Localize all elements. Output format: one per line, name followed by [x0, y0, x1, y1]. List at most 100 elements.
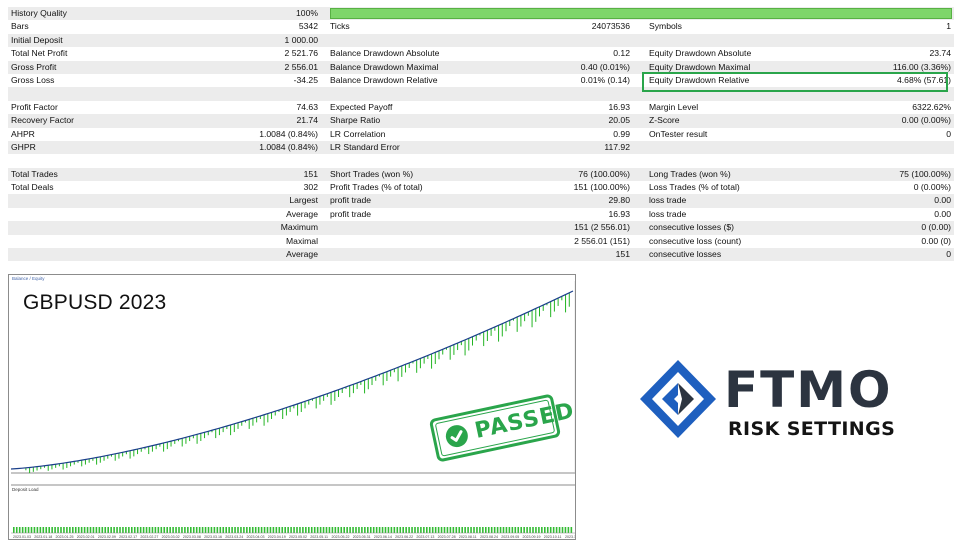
deposit-load-bar	[231, 527, 233, 533]
report-cell: 151 (100.00%)	[573, 182, 630, 193]
deposit-load-bar	[66, 527, 68, 533]
deposit-load-bar	[549, 527, 552, 533]
deposit-load-bar	[51, 527, 53, 533]
check-circle-icon	[443, 423, 470, 450]
report-cell: Recovery Factor	[11, 115, 75, 126]
x-tick-label: 2023.06.14	[374, 535, 392, 539]
deposit-load-bar	[60, 527, 62, 533]
deposit-load-bar	[77, 527, 80, 533]
deposit-load-bar	[45, 527, 48, 533]
x-tick-label: 2023.06.22	[395, 535, 413, 539]
deposit-load-bar	[325, 527, 328, 533]
x-tick-label: 2023.07.28	[438, 535, 456, 539]
deposit-load-bar	[567, 527, 570, 533]
deposit-load-bar	[72, 527, 74, 533]
deposit-load-bar	[142, 527, 145, 533]
report-cell	[188, 87, 318, 100]
deposit-load-bar	[98, 527, 101, 533]
report-cell: 6322.62%	[912, 101, 951, 112]
deposit-load-bar	[493, 527, 496, 533]
deposit-load-bar	[358, 527, 360, 533]
report-cell: 151 (2 556.01)	[574, 222, 630, 233]
report-cell: 302	[303, 182, 318, 193]
report-cell	[11, 221, 191, 234]
deposit-load-bar	[408, 527, 410, 533]
deposit-load-bar	[18, 527, 21, 533]
x-tick-label: 2023.03.02	[162, 535, 180, 539]
deposit-load-bar	[237, 527, 239, 533]
deposit-load-bar	[107, 527, 109, 533]
x-tick-label: 2023.02.27	[140, 535, 158, 539]
deposit-load-bar	[452, 527, 455, 533]
report-cell: 75 (100.00%)	[899, 168, 951, 179]
deposit-load-bar	[305, 527, 307, 533]
report-row: GHPR 1.0084 (0.84%) LR Standard Error 117.9…	[8, 140, 954, 155]
report-cell	[788, 34, 951, 47]
deposit-load-bar	[104, 527, 107, 533]
deposit-load-bar	[387, 527, 390, 533]
deposit-load-bar	[278, 527, 281, 533]
deposit-load-bar	[490, 527, 493, 533]
deposit-load-bar	[216, 527, 219, 533]
deposit-load-bar	[36, 527, 39, 533]
report-row: Initial Deposit 1 000.00	[8, 33, 954, 48]
x-tick-label: 2023.05.31	[353, 535, 371, 539]
deposit-load-bar	[485, 527, 487, 533]
backtest-report: History Quality 100% Bars 5342 Ticks 24073536…	[8, 7, 954, 262]
deposit-load-bar	[69, 527, 71, 533]
deposit-load-bar	[334, 527, 337, 533]
report-cell: Expected Payoff	[330, 101, 393, 112]
report-row	[8, 154, 954, 167]
deposit-load-bar	[187, 527, 189, 533]
ftmo-logo: FTMO RISK SETTINGS	[640, 360, 900, 450]
deposit-load-bar	[192, 527, 195, 533]
report-cell: 1.0084 (0.84%)	[259, 128, 318, 139]
deposit-load-bar	[13, 527, 15, 533]
report-cell: Largest	[289, 195, 318, 206]
deposit-load-bar	[74, 527, 77, 533]
deposit-load-bar	[272, 527, 275, 533]
deposit-load-bar	[470, 527, 472, 533]
deposit-load-bar	[343, 527, 345, 533]
deposit-load-bar	[101, 527, 104, 533]
deposit-load-bar	[95, 527, 98, 533]
deposit-load-bar	[428, 527, 431, 533]
deposit-load-bar	[122, 527, 124, 533]
deposit-load-bar	[172, 527, 174, 533]
report-cell: 74.63	[296, 101, 318, 112]
deposit-load-bar	[316, 527, 319, 533]
deposit-load-bar	[92, 527, 95, 533]
deposit-load-bar	[181, 527, 183, 533]
deposit-load-bar	[284, 527, 286, 533]
report-cell	[788, 7, 951, 20]
deposit-load-bar	[133, 527, 136, 533]
report-cell: Average	[286, 249, 318, 260]
deposit-load-bar	[33, 527, 36, 533]
report-cell: 76 (100.00%)	[578, 168, 630, 179]
deposit-load-bar	[263, 527, 266, 533]
deposit-load-bar	[508, 527, 511, 533]
x-tick-label: 2023.04.03	[247, 535, 265, 539]
report-cell	[188, 154, 318, 167]
report-cell: 0.00 (0.00%)	[901, 115, 951, 126]
report-cell: 20.05	[608, 115, 630, 126]
deposit-load-bar	[570, 527, 573, 533]
deposit-load-bar	[437, 527, 440, 533]
deposit-load-bar	[378, 527, 381, 533]
report-cell: Ticks	[330, 21, 350, 32]
deposit-load-bar	[446, 527, 449, 533]
report-cell: Balance Drawdown Relative	[330, 74, 438, 85]
report-cell: 1	[946, 21, 951, 32]
deposit-load-bar	[328, 527, 331, 533]
report-row: Maximal 2 556.01 (151) consecutive loss (c…	[8, 235, 954, 248]
report-cell: LR Correlation	[330, 128, 386, 139]
x-tick-label: 2023.11.04	[565, 535, 575, 539]
deposit-load-bar	[361, 527, 363, 533]
deposit-load-bar	[396, 527, 399, 533]
deposit-load-bar	[228, 527, 230, 533]
deposit-load-bar	[461, 527, 463, 533]
report-cell: 151	[303, 168, 318, 179]
deposit-load-bar	[80, 527, 83, 533]
report-cell: 2 556.01 (151)	[574, 235, 630, 246]
report-cell	[11, 208, 191, 221]
